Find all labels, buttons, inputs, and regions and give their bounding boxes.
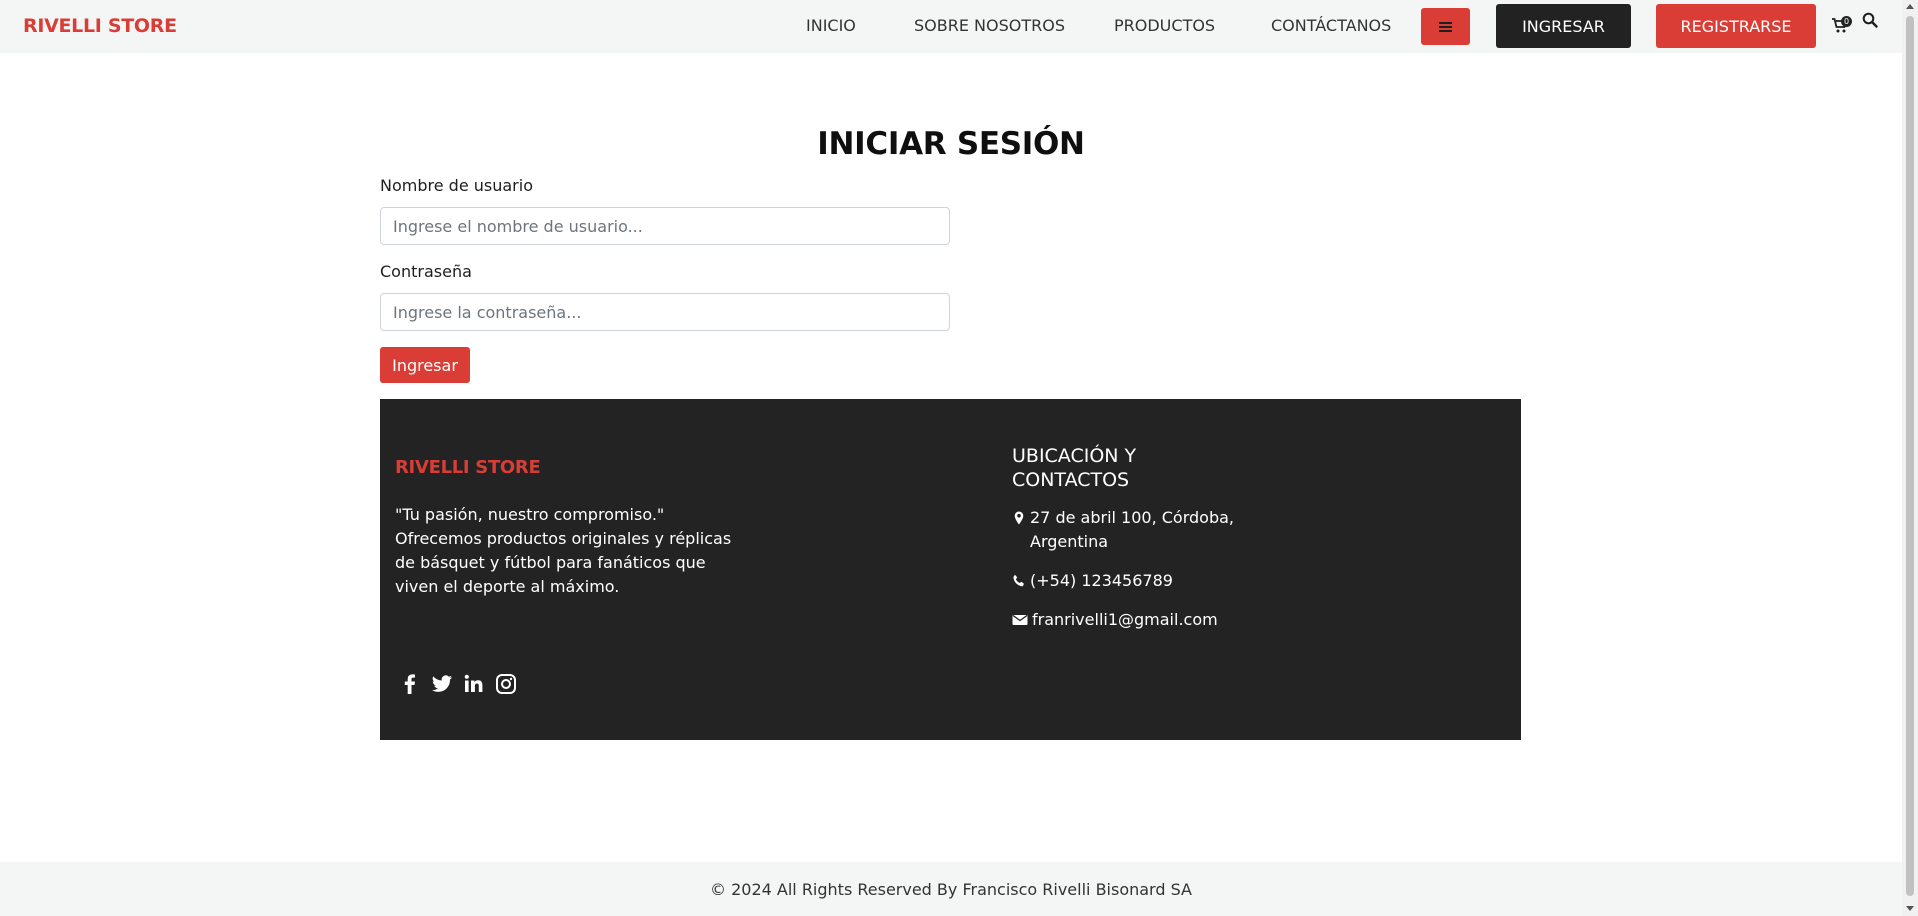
shopping-cart-icon[interactable]: 0 (1832, 16, 1852, 36)
nav-link-productos[interactable]: PRODUCTOS (1114, 16, 1215, 35)
cart-count-badge: 0 (1841, 16, 1852, 27)
username-label: Nombre de usuario (380, 176, 533, 195)
scroll-up-arrow-icon[interactable] (1906, 4, 1914, 9)
search-icon[interactable] (1862, 12, 1878, 28)
phone-line: (+54) 123456789 (1012, 569, 1173, 593)
username-input[interactable] (380, 207, 950, 245)
envelope-icon (1012, 614, 1028, 625)
vertical-scrollbar[interactable] (1902, 0, 1918, 916)
contact-section-title: UBICACIÓN Y CONTACTOS (1012, 445, 1137, 491)
linkedin-icon[interactable] (463, 673, 485, 695)
nav-link-contactanos[interactable]: CONTÁCTANOS (1271, 16, 1391, 35)
facebook-svg (404, 674, 415, 694)
instagram-svg (496, 674, 516, 694)
top-navbar: RIVELLI STORE INICIO SOBRE NOSOTROS PROD… (0, 0, 1902, 53)
twitter-icon[interactable] (431, 673, 453, 695)
footer-description: "Tu pasión, nuestro compromiso." Ofrecem… (395, 505, 732, 596)
instagram-icon[interactable] (495, 673, 517, 695)
social-links (399, 673, 517, 697)
email-text[interactable]: franrivelli1@gmail.com (1032, 608, 1218, 632)
nav-link-sobre-nosotros[interactable]: SOBRE NOSOTROS (914, 16, 1065, 35)
scroll-down-arrow-icon[interactable] (1906, 906, 1914, 911)
footer-brand: RIVELLI STORE (395, 457, 541, 478)
register-nav-button[interactable]: REGISTRARSE (1656, 4, 1816, 48)
address-text: 27 de abril 100, Córdoba, Argentina (1030, 508, 1235, 551)
nav-link-inicio[interactable]: INICIO (806, 16, 856, 35)
copyright-bar: © 2024 All Rights Reserved By Francisco … (0, 862, 1902, 916)
map-marker-icon (1014, 511, 1024, 525)
search-svg (1862, 12, 1878, 28)
twitter-svg (431, 675, 453, 692)
scrollbar-thumb[interactable] (1906, 16, 1914, 896)
password-input[interactable] (380, 293, 950, 331)
brand-logo[interactable]: RIVELLI STORE (23, 15, 177, 37)
hamburger-menu-icon (1439, 22, 1452, 32)
page-title: INICIAR SESIÓN (817, 126, 1085, 162)
address-line: 27 de abril 100, Córdoba, Argentina (1012, 506, 1242, 554)
linkedin-svg (464, 674, 483, 692)
password-label: Contraseña (380, 262, 472, 281)
phone-icon (1013, 574, 1024, 587)
menu-toggle-button[interactable] (1421, 8, 1470, 45)
facebook-icon[interactable] (399, 673, 421, 695)
login-nav-button[interactable]: INGRESAR (1496, 4, 1631, 48)
phone-text: (+54) 123456789 (1030, 571, 1173, 590)
email-line[interactable]: franrivelli1@gmail.com (1012, 608, 1218, 632)
login-submit-button[interactable]: Ingresar (380, 347, 470, 383)
copyright-text: © 2024 All Rights Reserved By Francisco … (710, 880, 1192, 899)
footer-info-box: RIVELLI STORE "Tu pasión, nuestro compro… (380, 399, 1521, 740)
